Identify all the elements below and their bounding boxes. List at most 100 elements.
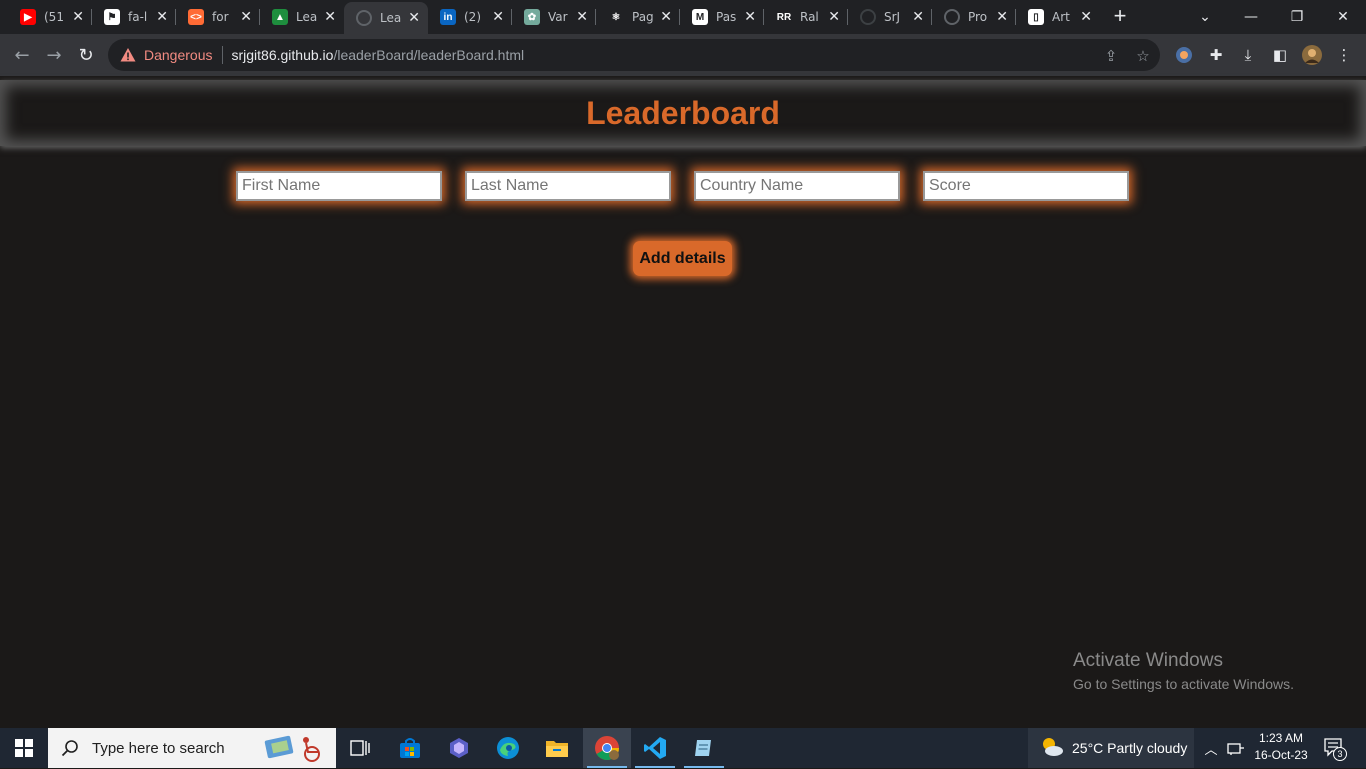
close-window-button[interactable]: ✕ <box>1320 0 1366 34</box>
browser-tab[interactable]: ▯ Art ✕ <box>1016 0 1100 34</box>
notifications-icon[interactable]: 3 <box>1320 728 1350 768</box>
close-tab-icon[interactable]: ✕ <box>72 9 84 25</box>
clock-time: 1:23 AM <box>1258 731 1304 745</box>
score-input[interactable] <box>923 171 1129 201</box>
youtube-icon: ▶ <box>20 9 36 25</box>
menu-kebab-icon[interactable]: ⋮ <box>1333 44 1355 66</box>
tab-title: Lea <box>296 10 318 24</box>
taskbar-search-box[interactable]: Type here to search <box>48 728 336 768</box>
close-tab-icon[interactable]: ✕ <box>660 9 672 25</box>
weather-widget[interactable]: 25°C Partly cloudy <box>1028 728 1194 768</box>
tab-title: (51 <box>44 10 64 24</box>
country-name-input[interactable] <box>694 171 900 201</box>
activate-windows-watermark: Activate Windows Go to Settings to activ… <box>1073 650 1294 692</box>
show-hidden-icons-chevron-icon[interactable]: ︿ <box>1200 728 1222 768</box>
tab-strip: + ⌄ — ❐ ✕ ▶ (51 ✕ ⚑ fa-l ✕ <> for ✕ ▲ Lea ✕ Lea ✕ in (2… <box>0 0 1366 34</box>
extension-shield-icon[interactable] <box>1173 44 1195 66</box>
close-tab-icon[interactable]: ✕ <box>156 9 168 25</box>
gmail-icon: M <box>692 9 708 25</box>
browser-tab[interactable]: SrJ ✕ <box>848 0 932 34</box>
warning-icon <box>120 47 136 63</box>
microsoft-store-icon[interactable] <box>386 728 434 768</box>
tab-title: Lea <box>380 11 402 25</box>
reload-button[interactable]: ↻ <box>72 41 100 69</box>
notification-count-badge: 3 <box>1333 747 1347 761</box>
first-name-input[interactable] <box>236 171 442 201</box>
chatgpt-icon: ✿ <box>524 9 540 25</box>
browser-tab[interactable]: ⚛ Pag ✕ <box>596 0 680 34</box>
close-tab-icon[interactable]: ✕ <box>576 9 588 25</box>
security-status[interactable]: Dangerous <box>144 47 213 63</box>
tab-title: for <box>212 10 229 24</box>
tab-divider <box>847 9 848 25</box>
clock-date: 16-Oct-23 <box>1254 748 1308 762</box>
close-tab-icon[interactable]: ✕ <box>240 9 252 25</box>
close-tab-icon[interactable]: ✕ <box>492 9 504 25</box>
tab-divider <box>679 9 680 25</box>
browser-tab[interactable]: Pro ✕ <box>932 0 1016 34</box>
copilot-icon[interactable] <box>435 728 483 768</box>
notepad-icon[interactable] <box>680 728 728 768</box>
close-tab-icon[interactable]: ✕ <box>912 9 924 25</box>
browser-toolbar: ← → ↻ Dangerous srjgit86.github.io/leade… <box>0 34 1366 76</box>
vscode-icon[interactable] <box>631 728 679 768</box>
browser-tab[interactable]: ✿ Var ✕ <box>512 0 596 34</box>
chrome-browser-icon[interactable] <box>583 728 631 768</box>
url-text[interactable]: srjgit86.github.io/leaderBoard/leaderBoa… <box>232 47 525 63</box>
taskbar: Type here to search 25°C Partly cloudy ︿ <box>0 728 1366 768</box>
task-view-icon[interactable] <box>336 728 384 768</box>
watermark-title: Activate Windows <box>1073 650 1223 671</box>
browser-tab[interactable]: Lea ✕ <box>344 2 428 34</box>
forward-button[interactable]: → <box>40 41 68 69</box>
back-button[interactable]: ← <box>8 41 36 69</box>
search-placeholder: Type here to search <box>92 739 225 757</box>
browser-tab[interactable]: RR Ral ✕ <box>764 0 848 34</box>
browser-tab[interactable]: in (2) ✕ <box>428 0 512 34</box>
close-tab-icon[interactable]: ✕ <box>324 9 336 25</box>
document-icon: ▯ <box>1028 9 1044 25</box>
omnibox-divider <box>221 46 223 64</box>
minimize-button[interactable]: — <box>1228 0 1274 34</box>
last-name-input[interactable] <box>465 171 671 201</box>
flag-icon: ⚑ <box>104 9 120 25</box>
weather-text: 25°C Partly cloudy <box>1072 740 1188 756</box>
add-details-button[interactable]: Add details <box>633 241 732 276</box>
restore-button[interactable]: ❐ <box>1274 0 1320 34</box>
close-tab-icon[interactable]: ✕ <box>408 10 420 26</box>
edge-browser-icon[interactable] <box>484 728 532 768</box>
tab-search-button[interactable]: ⌄ <box>1182 0 1228 34</box>
network-icon[interactable] <box>1224 728 1248 768</box>
close-tab-icon[interactable]: ✕ <box>1080 9 1092 25</box>
side-panel-icon[interactable]: ◧ <box>1269 44 1291 66</box>
system-clock[interactable]: 1:23 AM 16-Oct-23 <box>1250 730 1312 764</box>
search-icon <box>60 738 80 758</box>
tab-title: Pag <box>632 10 654 24</box>
linkedin-icon: in <box>440 9 456 25</box>
share-icon[interactable]: ⇪ <box>1100 45 1122 67</box>
watermark-subtitle: Go to Settings to activate Windows. <box>1073 676 1294 692</box>
tab-divider <box>595 9 596 25</box>
extensions-puzzle-icon[interactable]: ✚ <box>1205 44 1227 66</box>
profile-avatar[interactable] <box>1301 44 1323 66</box>
address-bar[interactable]: Dangerous srjgit86.github.io/leaderBoard… <box>108 39 1160 71</box>
tab-title: fa-l <box>128 10 148 24</box>
windows-logo-icon <box>15 739 33 757</box>
new-tab-button[interactable]: + <box>1108 5 1132 29</box>
tab-divider <box>91 9 92 25</box>
bookmark-star-icon[interactable]: ☆ <box>1132 45 1154 67</box>
browser-tab[interactable]: ▲ Lea ✕ <box>260 0 344 34</box>
page-title: Leaderboard <box>586 94 780 131</box>
browser-tab[interactable]: M Pas ✕ <box>680 0 764 34</box>
start-button[interactable] <box>0 728 48 768</box>
page-content: Leaderboard Add details Activate Windows… <box>0 76 1366 728</box>
url-path: /leaderBoard/leaderBoard.html <box>333 47 525 63</box>
close-tab-icon[interactable]: ✕ <box>828 9 840 25</box>
file-explorer-icon[interactable] <box>533 728 581 768</box>
download-icon[interactable]: ⤓ <box>1237 44 1259 66</box>
browser-tab[interactable]: ▶ (51 ✕ <box>8 0 92 34</box>
close-tab-icon[interactable]: ✕ <box>996 9 1008 25</box>
browser-tab[interactable]: <> for ✕ <box>176 0 260 34</box>
leaderboard-header: Leaderboard <box>0 80 1366 146</box>
browser-tab[interactable]: ⚑ fa-l ✕ <box>92 0 176 34</box>
close-tab-icon[interactable]: ✕ <box>744 9 756 25</box>
